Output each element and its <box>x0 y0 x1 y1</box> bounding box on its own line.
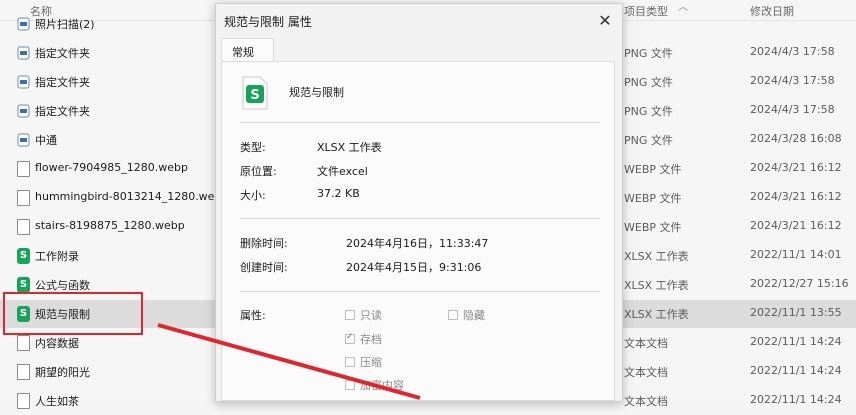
file-type: PNG 文件 <box>624 134 673 147</box>
file-modified-date: 2024/4/3 17:58 <box>750 103 835 116</box>
file-type: XLSX 工作表 <box>624 279 689 292</box>
file-type: 文本文档 <box>624 395 668 408</box>
tab-general[interactable]: 常规 <box>221 38 274 62</box>
file-type: WEBP 文件 <box>624 192 682 205</box>
file-type: PNG 文件 <box>624 76 673 89</box>
doc-icon <box>17 393 30 409</box>
size-value: 37.2 KB <box>317 187 360 200</box>
attributes-label: 属性: <box>240 309 266 322</box>
file-name: 内容数据 <box>35 337 79 350</box>
divider <box>240 291 600 292</box>
file-name: 指定文件夹 <box>35 47 90 60</box>
folder-icon <box>17 133 30 147</box>
folder-icon <box>17 46 30 60</box>
file-type: 文本文档 <box>624 337 668 350</box>
file-modified-date: 2022/11/1 13:55 <box>750 306 842 319</box>
created-label: 创建时间: <box>240 261 288 274</box>
file-name: 照片扫描(2) <box>35 18 95 31</box>
size-label: 大小: <box>240 189 266 202</box>
file-name: 人生如茶 <box>35 395 79 408</box>
hidden-label: 隐藏 <box>463 309 485 322</box>
doc-icon <box>17 161 30 177</box>
compress-label: 压缩 <box>360 356 382 369</box>
file-name-field[interactable]: 规范与限制 <box>289 84 344 100</box>
doc-icon <box>17 190 30 206</box>
location-value: 文件excel <box>317 165 368 178</box>
created-value: 2024年4月15日，9:31:06 <box>346 261 482 274</box>
file-name: 期望的阳光 <box>35 366 90 379</box>
doc-icon <box>17 364 30 380</box>
file-name: flower-7904985_1280.webp <box>35 161 188 174</box>
divider <box>240 122 600 123</box>
xlsx-icon: S <box>17 248 30 264</box>
archive-label: 存档 <box>360 333 382 346</box>
location-label: 原位置: <box>240 165 277 178</box>
hidden-checkbox[interactable] <box>448 310 458 320</box>
file-type: 文本文档 <box>624 366 668 379</box>
file-name: 指定文件夹 <box>35 105 90 118</box>
encrypt-checkbox[interactable] <box>345 380 355 390</box>
file-name: hummingbird-8013214_1280.webp <box>35 190 229 203</box>
file-type: WEBP 文件 <box>624 221 682 234</box>
file-modified-date: 2022/12/27 15:16 <box>750 277 849 290</box>
file-modified-date: 2024/3/21 16:12 <box>750 219 842 232</box>
file-name: 中通 <box>35 134 57 147</box>
readonly-checkbox[interactable] <box>345 310 355 320</box>
general-panel: S 规范与限制 类型: XLSX 工作表 原位置: 文件excel 大小: 37… <box>221 61 615 401</box>
file-type: XLSX 工作表 <box>624 308 689 321</box>
xlsx-file-icon: S <box>242 76 268 110</box>
doc-icon <box>17 335 30 351</box>
type-label: 类型: <box>240 141 266 154</box>
file-type: PNG 文件 <box>624 47 673 60</box>
properties-dialog: 规范与限制 属性 ✕ 常规 S 规范与限制 类型: XLSX 工作表 原位置: … <box>215 3 623 402</box>
file-modified-date: 2024/3/21 16:12 <box>750 161 842 174</box>
file-modified-date: 2024/4/3 17:58 <box>750 74 835 87</box>
readonly-label: 只读 <box>360 309 382 322</box>
deleted-label: 删除时间: <box>240 237 288 250</box>
type-value: XLSX 工作表 <box>317 141 382 154</box>
file-modified-date: 2022/11/1 14:01 <box>750 248 842 261</box>
file-type: XLSX 工作表 <box>624 250 689 263</box>
file-name: 工作附录 <box>35 250 79 263</box>
archive-checkbox[interactable] <box>345 332 355 344</box>
folder-icon <box>17 17 30 31</box>
folder-icon <box>17 75 30 89</box>
file-name: stairs-8198875_1280.webp <box>35 219 185 232</box>
folder-icon <box>17 104 30 118</box>
selection-highlight-box <box>3 292 143 335</box>
xlsx-icon: S <box>17 277 30 293</box>
file-type: WEBP 文件 <box>624 163 682 176</box>
close-icon[interactable]: ✕ <box>594 10 616 32</box>
xlsx-file-icon-letter: S <box>250 88 259 103</box>
tab-general-label: 常规 <box>232 46 254 59</box>
encrypt-label: 加密内容 <box>360 379 404 392</box>
file-modified-date: 2024/3/21 16:12 <box>750 190 842 203</box>
compress-checkbox[interactable] <box>345 357 355 367</box>
divider <box>240 218 600 219</box>
doc-icon <box>17 219 30 235</box>
file-modified-date: 2022/11/1 14:24 <box>750 335 842 348</box>
file-name: 指定文件夹 <box>35 76 90 89</box>
dialog-title: 规范与限制 属性 <box>224 15 312 29</box>
file-modified-date: 2024/4/3 17:58 <box>750 45 835 58</box>
file-modified-date: 2022/11/1 14:24 <box>750 364 842 377</box>
file-name: 公式与函数 <box>35 279 90 292</box>
deleted-value: 2024年4月16日，11:33:47 <box>346 237 489 250</box>
file-type: PNG 文件 <box>624 105 673 118</box>
file-modified-date: 2024/3/28 16:08 <box>750 132 842 145</box>
